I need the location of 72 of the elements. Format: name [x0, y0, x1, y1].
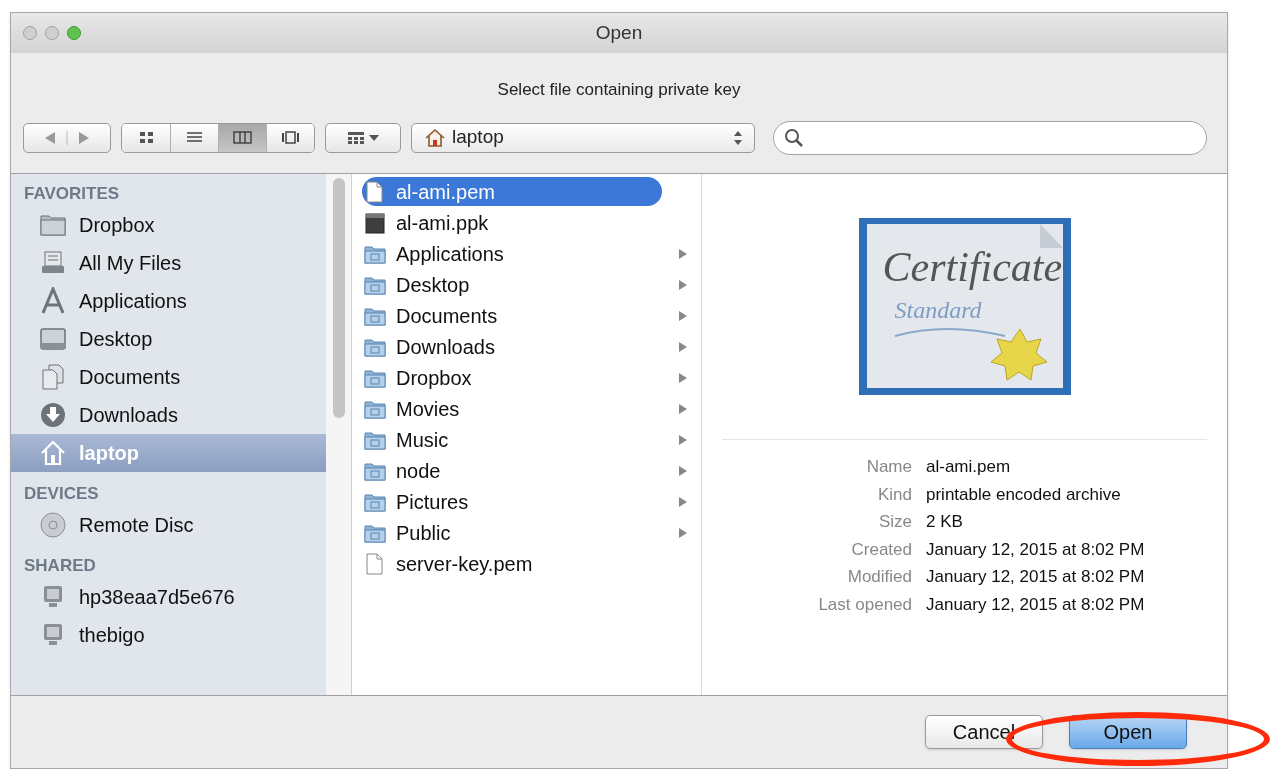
document-icon: [364, 180, 386, 203]
minimize-button[interactable]: [45, 26, 59, 40]
info-label: Name: [865, 456, 912, 478]
info-value: January 12, 2015 at 8:02 PM: [926, 593, 1146, 616]
disc-icon: [39, 511, 67, 539]
list-view-button[interactable]: [170, 123, 218, 152]
search-field[interactable]: [773, 120, 1207, 155]
coverflow-view-icon: [281, 130, 300, 145]
back-forward-buttons[interactable]: [23, 122, 111, 153]
icons-view-button[interactable]: [122, 123, 170, 152]
file-item[interactable]: al-ami.ppk: [362, 208, 662, 237]
sidebar-item[interactable]: hp38eaa7d5e676: [11, 578, 326, 616]
file-item[interactable]: Music: [362, 425, 662, 454]
dialog-prompt: Select file containing private key: [496, 79, 742, 101]
sidebar-item[interactable]: Documents: [11, 358, 326, 396]
section-header: SHARED: [23, 555, 97, 577]
download-icon: [39, 401, 67, 429]
file-item[interactable]: Dropbox: [362, 363, 662, 392]
cancel-button[interactable]: Cancel: [925, 715, 1043, 749]
document-icon: [364, 211, 386, 234]
file-item[interactable]: Movies: [362, 394, 662, 423]
sidebar-item[interactable]: Dropbox: [11, 206, 326, 244]
window-title: Open: [595, 20, 643, 45]
certificate-subtitle: Standard: [894, 296, 982, 325]
location-dropdown[interactable]: laptop: [411, 122, 755, 153]
columns-view-button[interactable]: [218, 123, 266, 152]
file-item[interactable]: Desktop: [362, 270, 662, 299]
close-button[interactable]: [23, 26, 37, 40]
info-value: printable encoded archive: [926, 483, 1122, 506]
apps-icon: [39, 287, 67, 315]
scrollbar-thumb[interactable]: [332, 178, 345, 418]
arrange-menu-button[interactable]: [325, 122, 401, 153]
grid-icon: [347, 130, 365, 145]
file-item[interactable]: server-key.pem: [362, 549, 662, 578]
file-item[interactable]: al-ami.pem: [362, 177, 662, 206]
columns-view-icon: [233, 130, 252, 145]
zoom-button[interactable]: [67, 26, 81, 40]
view-mode-selector[interactable]: [121, 122, 315, 153]
file-item[interactable]: Pictures: [362, 487, 662, 516]
info-label: Modified: [846, 566, 912, 588]
list-view-icon: [185, 130, 204, 145]
file-item[interactable]: Public: [362, 518, 662, 547]
certificate-title: Certificate: [882, 243, 1063, 292]
section-header: FAVORITES: [23, 183, 121, 205]
file-item[interactable]: Applications: [362, 239, 662, 268]
info-value: January 12, 2015 at 8:02 PM: [926, 566, 1146, 588]
documents-icon: [39, 363, 67, 391]
stepper-icon: [734, 129, 742, 146]
home-icon: [39, 439, 67, 467]
home-icon: [424, 127, 446, 148]
coverflow-view-button[interactable]: [266, 123, 314, 152]
info-value: 2 KB: [926, 511, 964, 533]
file-item[interactable]: node: [362, 456, 662, 485]
file-item[interactable]: Downloads: [362, 332, 662, 361]
info-label: Created: [850, 538, 912, 561]
search-icon: [784, 127, 804, 148]
document-icon: [364, 552, 386, 575]
info-label: Last opened: [817, 593, 912, 616]
sidebar-item[interactable]: All My Files: [11, 244, 326, 282]
sidebar-item[interactable]: Desktop: [11, 320, 326, 358]
sidebar-item[interactable]: Remote Disc: [11, 506, 326, 544]
desktop-icon: [39, 325, 67, 353]
info-label: Size: [877, 511, 912, 533]
sidebar-item[interactable]: Downloads: [11, 396, 326, 434]
info-value: January 12, 2015 at 8:02 PM: [926, 538, 1146, 561]
info-label: Kind: [876, 483, 912, 506]
file-item[interactable]: Documents: [362, 301, 662, 330]
info-value: al-ami.pem: [926, 456, 1012, 478]
sidebar-item[interactable]: thebigo: [11, 616, 326, 654]
sidebar-item[interactable]: Applications: [11, 282, 326, 320]
section-header: DEVICES: [23, 483, 100, 505]
caret-icon: [369, 133, 379, 142]
